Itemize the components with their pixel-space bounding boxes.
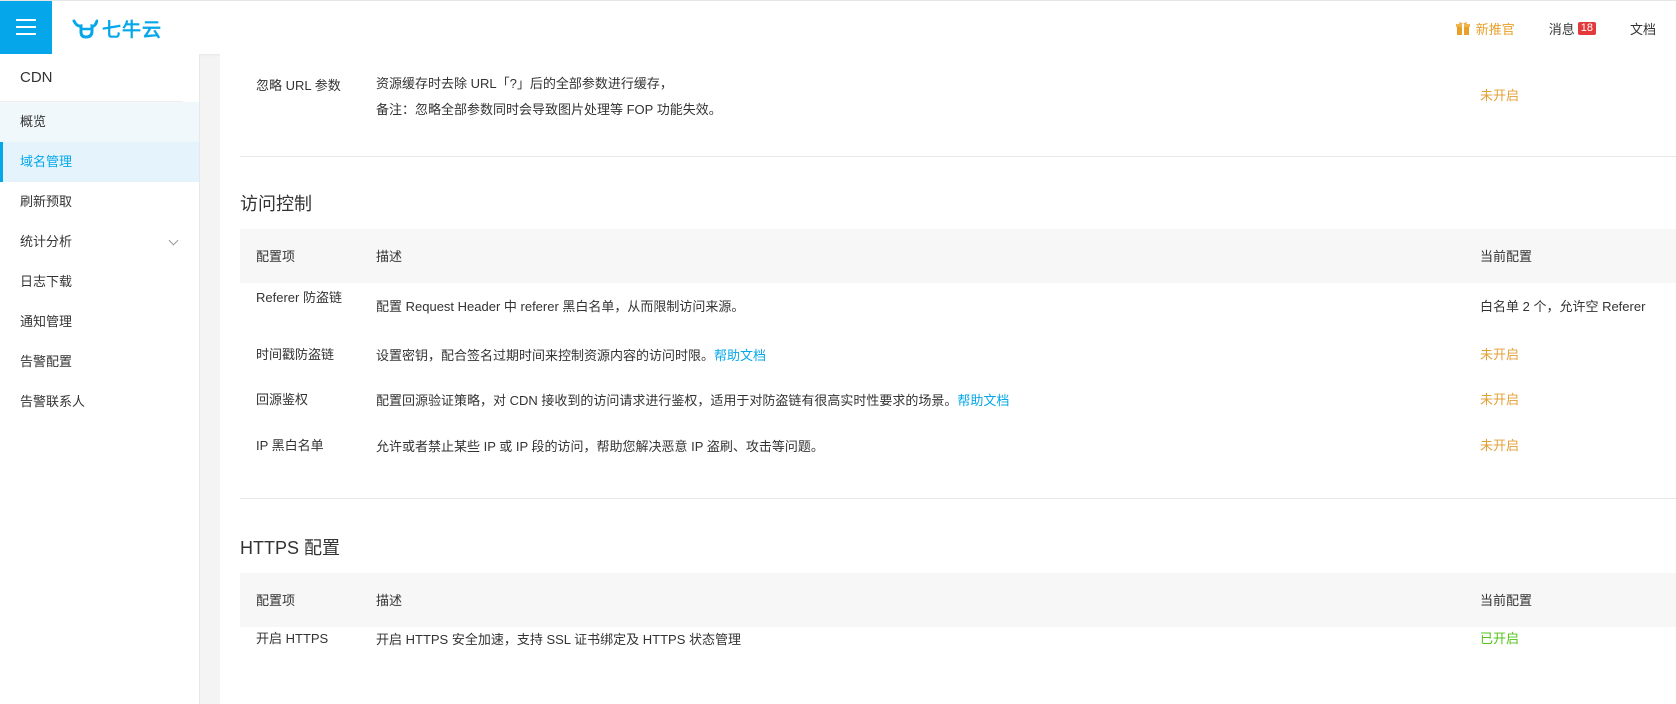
main-content: 忽略 URL 参数 资源缓存时去除 URL「?」后的全部参数进行缓存， 备注：忽…: [220, 54, 1676, 704]
docs-link[interactable]: 文档: [1630, 19, 1656, 38]
sidebar-title: CDN: [0, 54, 183, 102]
config-row-origin-auth[interactable]: 回源鉴权 配置回源验证策略，对 CDN 接收到的访问请求进行鉴权，适用于对防盗链…: [240, 390, 1676, 412]
sidebar-item-refresh-prefetch[interactable]: 刷新预取: [0, 182, 199, 222]
config-item-name: 忽略 URL 参数: [256, 78, 341, 93]
config-item-name: Referer 防盗链: [256, 290, 342, 305]
column-header-desc: 描述: [376, 249, 403, 264]
config-item-name: 开启 HTTPS: [256, 631, 329, 646]
messages-link[interactable]: 消息 18: [1549, 19, 1596, 38]
column-header-desc: 描述: [376, 593, 403, 608]
logo-text: 七牛云: [102, 20, 163, 41]
config-status: 已开启: [1480, 631, 1520, 646]
config-status: 白名单 2 个，允许空 Referer: [1480, 299, 1646, 314]
config-row-https[interactable]: 开启 HTTPS 开启 HTTPS 安全加速，支持 SSL 证书绑定及 HTTP…: [240, 629, 1676, 651]
config-status: 未开启: [1480, 438, 1520, 453]
sidebar-item-alert-contacts[interactable]: 告警联系人: [0, 382, 199, 422]
column-header-current: 当前配置: [1480, 249, 1533, 264]
config-item-name: IP 黑白名单: [256, 438, 324, 453]
promo-label: 新推官: [1475, 21, 1515, 37]
hamburger-menu-button[interactable]: [0, 1, 52, 55]
menu-line-icon: [16, 33, 36, 35]
table-header: 配置项 描述 当前配置: [240, 229, 1676, 283]
help-doc-link[interactable]: 帮助文档: [957, 393, 1009, 408]
config-status: 未开启: [1480, 392, 1520, 407]
config-item-desc: 配置回源验证策略，对 CDN 接收到的访问请求进行鉴权，适用于对防盗链有很高实时…: [376, 391, 1009, 411]
menu-line-icon: [16, 19, 36, 21]
table-header: 配置项 描述 当前配置: [240, 573, 1676, 627]
config-desc-text: 设置密钥，配合签名过期时间来控制资源内容的访问时限。: [376, 348, 715, 363]
messages-count-badge: 18: [1577, 21, 1596, 35]
sidebar-item-label: 统计分析: [20, 234, 73, 249]
config-row-timestamp[interactable]: 时间戳防盗链 设置密钥，配合签名过期时间来控制资源内容的访问时限。帮助文档 未开…: [240, 344, 1676, 366]
config-item-name: 时间戳防盗链: [256, 347, 335, 362]
sidebar-item-notification[interactable]: 通知管理: [0, 302, 199, 342]
config-status: 未开启: [1480, 88, 1520, 103]
config-item-name: 回源鉴权: [256, 392, 309, 407]
chevron-down-icon: [168, 235, 179, 246]
sidebar-item-alert-config[interactable]: 告警配置: [0, 342, 199, 382]
promo-link[interactable]: 新推官: [1455, 19, 1515, 38]
logo[interactable]: 七牛云: [72, 15, 162, 42]
top-right-nav: 新推官 消息 18 文档: [1455, 1, 1656, 55]
config-status: 未开启: [1480, 347, 1520, 362]
messages-label: 消息: [1548, 21, 1575, 37]
section-divider: [240, 156, 1676, 157]
config-item-desc: 设置密钥，配合签名过期时间来控制资源内容的访问时限。帮助文档: [376, 346, 766, 366]
sidebar-item-log-download[interactable]: 日志下载: [0, 262, 199, 302]
config-row-referer[interactable]: Referer 防盗链 配置 Request Header 中 referer …: [240, 286, 1676, 330]
config-item-desc: 备注：忽略全部参数同时会导致图片处理等 FOP 功能失效。: [376, 102, 722, 117]
config-desc-text: 配置回源验证策略，对 CDN 接收到的访问请求进行鉴权，适用于对防盗链有很高实时…: [376, 393, 958, 408]
sidebar: CDN 概览 域名管理 刷新预取 统计分析 日志下载 通知管理 告警配置 告警联…: [0, 54, 200, 704]
column-header-item: 配置项: [256, 249, 296, 264]
section-title-access-control: 访问控制: [240, 194, 312, 214]
column-header-item: 配置项: [256, 593, 296, 608]
column-header-current: 当前配置: [1480, 593, 1533, 608]
config-item-desc: 配置 Request Header 中 referer 黑白名单，从而限制访问来…: [376, 299, 745, 314]
help-doc-link[interactable]: 帮助文档: [714, 348, 766, 363]
sidebar-item-domain-management[interactable]: 域名管理: [0, 142, 199, 182]
config-item-desc: 开启 HTTPS 安全加速，支持 SSL 证书绑定及 HTTPS 状态管理: [376, 632, 741, 647]
config-item-desc: 允许或者禁止某些 IP 或 IP 段的访问，帮助您解决恶意 IP 盗刷、攻击等问…: [376, 439, 824, 454]
qiniu-logo-icon: [72, 19, 98, 39]
section-divider: [240, 498, 1676, 499]
section-title-https: HTTPS 配置: [240, 538, 341, 558]
sidebar-item-overview[interactable]: 概览: [0, 102, 199, 142]
gift-icon: [1455, 21, 1470, 35]
menu-line-icon: [16, 26, 36, 28]
top-bar: 七牛云 新推官 消息 18 文档: [0, 0, 1676, 55]
config-item-desc: 资源缓存时去除 URL「?」后的全部参数进行缓存，: [376, 76, 673, 91]
sidebar-item-statistics[interactable]: 统计分析: [0, 222, 199, 262]
config-row-ip-list[interactable]: IP 黑白名单 允许或者禁止某些 IP 或 IP 段的访问，帮助您解决恶意 IP…: [240, 436, 1676, 458]
config-row-ignore-url: 忽略 URL 参数 资源缓存时去除 URL「?」后的全部参数进行缓存， 备注：忽…: [240, 74, 1676, 144]
